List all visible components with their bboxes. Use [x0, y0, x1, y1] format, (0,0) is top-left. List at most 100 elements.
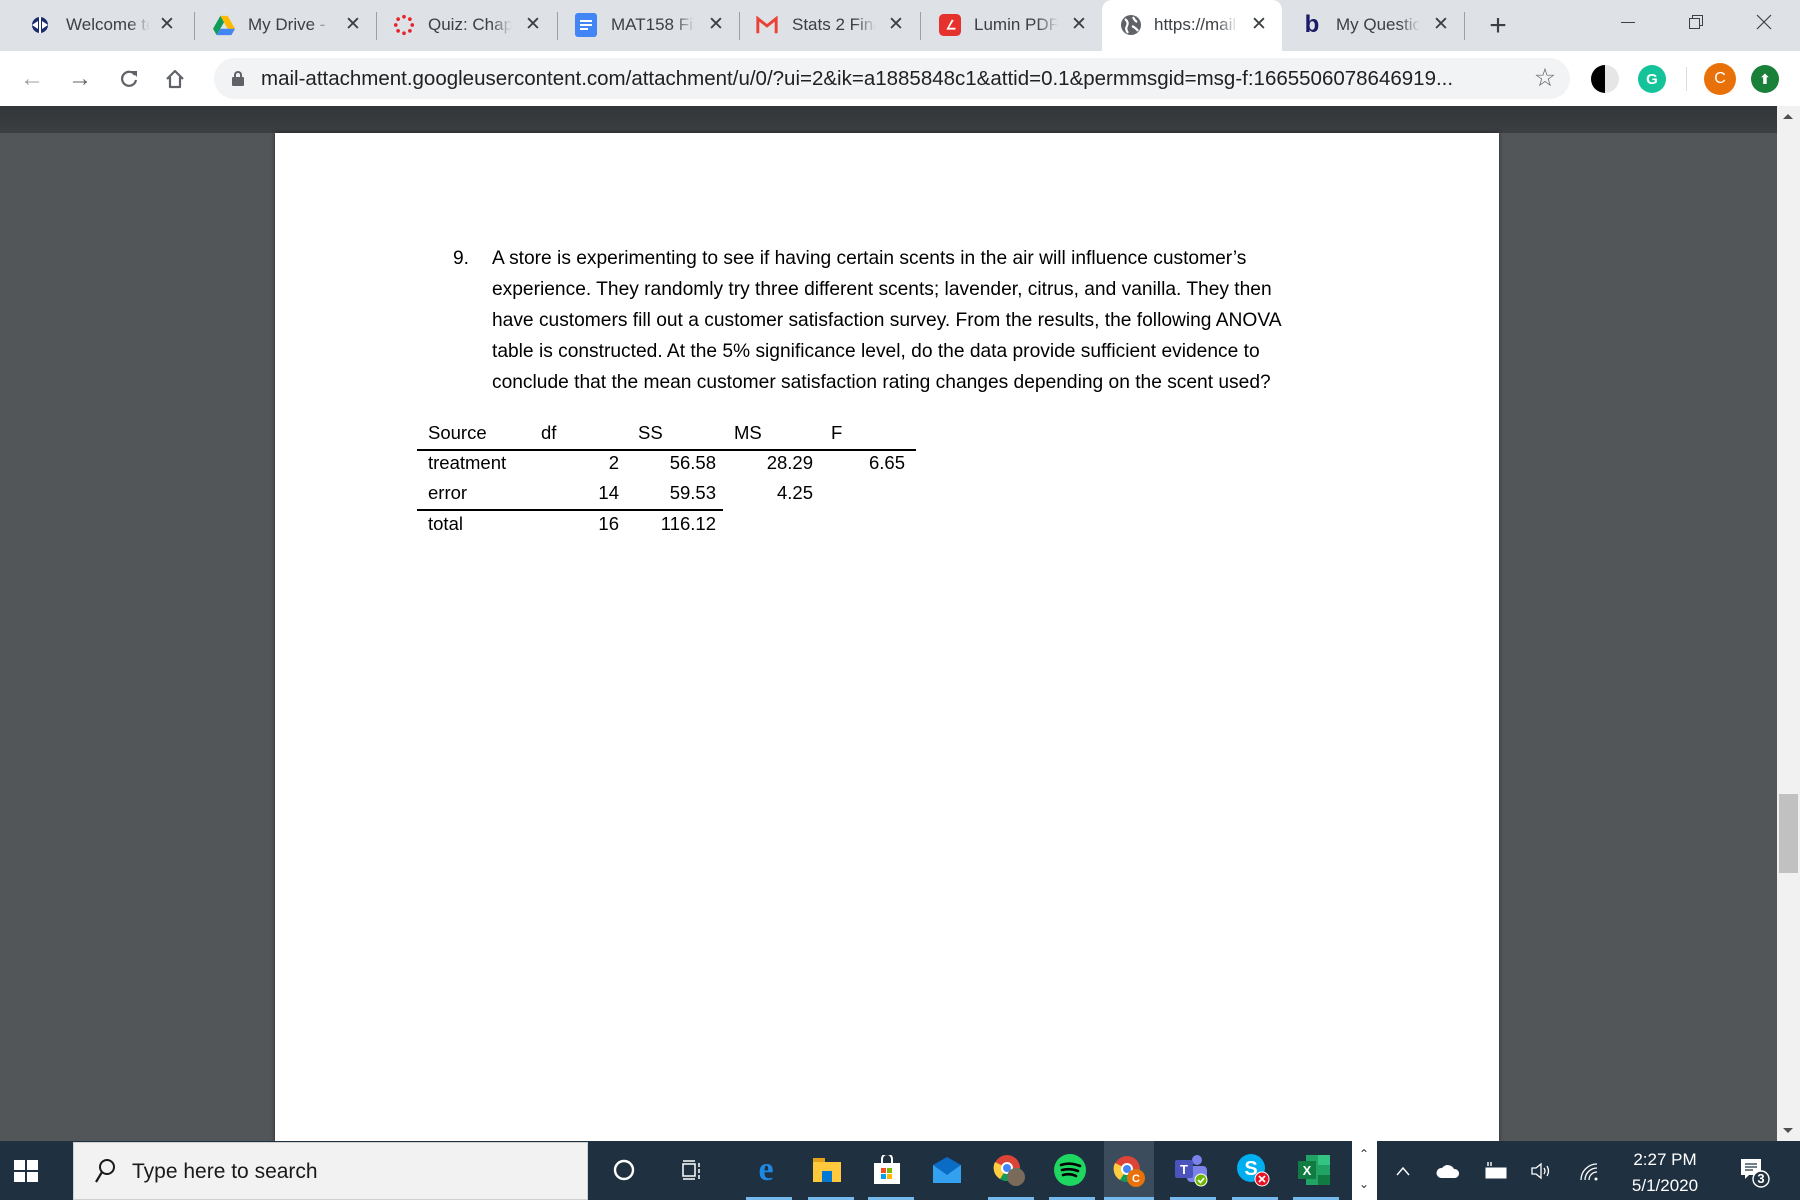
bookmark-star-icon[interactable]: ☆ [1530, 63, 1560, 93]
mail-icon[interactable] [928, 1151, 966, 1189]
new-tab-button[interactable]: + [1482, 9, 1514, 42]
microsoft-store-icon[interactable] [868, 1151, 906, 1189]
reload-button[interactable] [113, 63, 145, 95]
tab-title: https://mail [1154, 15, 1237, 34]
anova-header-ms: MS [734, 422, 762, 443]
scroll-up-arrow-icon[interactable] [1783, 114, 1793, 119]
tab-title: Stats 2 Final [792, 15, 876, 34]
url-text[interactable]: mail-attachment.googleusercontent.com/at… [261, 67, 1453, 91]
tab-lumin-pdf[interactable]: Lumin PDF ✕ [922, 0, 1102, 51]
tab-title: Lumin PDF [974, 15, 1058, 34]
tab-separator [920, 12, 921, 40]
minimize-button[interactable] [1597, 0, 1659, 44]
scrollbar-thumb[interactable] [1779, 794, 1798, 873]
welcome-logo-icon [29, 14, 51, 36]
taskbar-search-box[interactable]: Type here to search [73, 1142, 588, 1200]
anova-cell-source: total [428, 513, 463, 534]
minimize-icon [1621, 21, 1635, 23]
tab-title: My Questions [1336, 15, 1420, 34]
taskbar-scroll-control[interactable]: ⌃ ⌄ [1352, 1141, 1377, 1200]
chrome-profile-photo-icon[interactable] [990, 1151, 1028, 1189]
wifi-icon[interactable] [1576, 1158, 1602, 1184]
tab-active-mail-attachment[interactable]: https://mail ✕ [1102, 0, 1282, 51]
close-icon[interactable]: ✕ [1248, 13, 1270, 35]
reload-icon [121, 70, 138, 87]
globe-icon [1120, 14, 1142, 36]
volume-icon[interactable] [1528, 1158, 1554, 1184]
subtotal-rule [417, 509, 723, 511]
close-window-button[interactable] [1733, 0, 1795, 44]
spotify-icon[interactable] [1051, 1151, 1089, 1189]
tab-my-drive[interactable]: My Drive - ✕ [196, 0, 376, 51]
close-icon [1756, 14, 1772, 30]
pdf-toolbar-strip [0, 106, 1777, 133]
question-line: have customers fill out a customer satis… [492, 310, 1282, 331]
question-line: experience. They randomly try three diff… [492, 279, 1272, 300]
anova-cell-ss: 116.12 [660, 513, 716, 534]
gmail-icon [756, 14, 778, 36]
tab-separator [739, 12, 740, 40]
tab-mat158[interactable]: MAT158 Final ✕ [559, 0, 739, 51]
svg-text:T: T [1180, 1162, 1188, 1177]
close-icon[interactable]: ✕ [156, 13, 178, 35]
tab-strip: Welcome to ✕ My Drive - ✕ Quiz: Chapter … [0, 0, 1800, 51]
restore-button[interactable] [1665, 0, 1727, 44]
search-placeholder: Type here to search [132, 1160, 318, 1183]
edge-icon[interactable]: e [747, 1151, 785, 1189]
close-icon[interactable]: ✕ [522, 13, 544, 35]
pdf-page: 9. A store is experimenting to see if ha… [275, 133, 1499, 1141]
address-bar[interactable]: mail-attachment.googleusercontent.com/at… [214, 58, 1570, 99]
battery-plugged-icon[interactable] [1483, 1158, 1509, 1184]
back-button[interactable]: ← [16, 63, 48, 95]
home-button[interactable] [159, 63, 191, 95]
anova-cell-source: error [428, 482, 468, 503]
dark-mode-extension-icon[interactable] [1591, 65, 1619, 93]
action-center-button[interactable]: 3 [1737, 1155, 1771, 1189]
tab-stats-2[interactable]: Stats 2 Final ✕ [741, 0, 919, 51]
question-line: conclude that the mean customer satisfac… [492, 372, 1271, 393]
forward-button[interactable]: → [64, 63, 96, 95]
browser-toolbar: ← → mail-attachment.googleusercontent.co… [0, 51, 1800, 106]
anova-cell-ms: 28.29 [766, 452, 813, 473]
clock-date: 5/1/2020 [1631, 1176, 1699, 1195]
teams-icon[interactable]: T [1172, 1151, 1210, 1189]
update-arrow-icon[interactable]: ⬆ [1751, 65, 1779, 93]
tab-welcome[interactable]: Welcome to ✕ [0, 0, 190, 51]
task-view-icon[interactable] [672, 1151, 710, 1189]
cortana-icon[interactable] [605, 1151, 643, 1189]
file-explorer-icon[interactable] [808, 1151, 846, 1189]
show-hidden-icons-chevron-icon[interactable] [1390, 1158, 1416, 1184]
screen: Welcome to ✕ My Drive - ✕ Quiz: Chapter … [0, 0, 1800, 1200]
system-clock[interactable]: 2:27 PM 5/1/2020 [1615, 1147, 1715, 1199]
close-icon[interactable]: ✕ [1430, 13, 1452, 35]
google-docs-icon [575, 13, 597, 37]
chrome-profile-c-icon[interactable]: C [1104, 1141, 1154, 1200]
excel-icon[interactable]: X [1295, 1151, 1333, 1189]
tab-title: My Drive - [248, 15, 326, 34]
question-line: table is constructed. At the 5% signific… [492, 341, 1260, 362]
close-icon[interactable]: ✕ [705, 13, 727, 35]
vertical-scrollbar[interactable] [1777, 106, 1800, 1141]
skype-icon[interactable]: S [1234, 1151, 1272, 1189]
search-icon [95, 1159, 115, 1183]
chevron-up-icon[interactable]: ⌃ [1359, 1147, 1369, 1161]
tab-quiz[interactable]: Quiz: Chapter ✕ [378, 0, 556, 51]
close-icon[interactable]: ✕ [342, 13, 364, 35]
chevron-down-icon[interactable]: ⌄ [1359, 1177, 1369, 1191]
anova-cell-source: treatment [428, 452, 507, 473]
scroll-down-arrow-icon[interactable] [1783, 1128, 1793, 1133]
tab-separator [376, 12, 377, 40]
lock-icon [232, 71, 244, 86]
onedrive-cloud-icon[interactable] [1435, 1158, 1461, 1184]
tab-separator [557, 12, 558, 40]
windows-taskbar: Type here to search e C T S X ⌃ ⌄ 2:27 P… [0, 1141, 1800, 1200]
start-button[interactable] [14, 1160, 38, 1182]
profile-avatar[interactable]: C [1704, 63, 1736, 95]
question-number: 9. [453, 248, 470, 269]
close-icon[interactable]: ✕ [885, 13, 907, 35]
close-icon[interactable]: ✕ [1068, 13, 1090, 35]
tab-my-questions[interactable]: b My Questions ✕ [1284, 0, 1464, 51]
anova-cell-ms: 4.25 [776, 482, 813, 503]
lumin-pdf-icon [939, 14, 961, 36]
grammarly-extension-icon[interactable]: G [1638, 65, 1666, 93]
